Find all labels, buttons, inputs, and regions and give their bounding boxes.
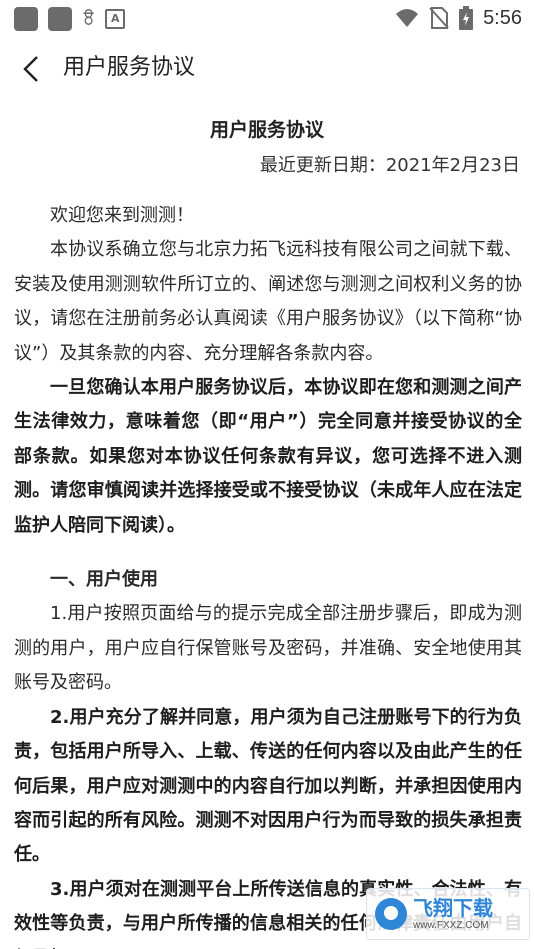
battery-charging-icon (459, 6, 474, 30)
app-bar: 用户服务协议 (0, 38, 534, 100)
wifi-icon (396, 9, 419, 27)
list-item: 1.用户按照页面给与的提示完成全部注册步骤后，即成为测测的用户，用户应自行保管账… (14, 603, 522, 694)
watermark-title: 飞翔下载 (413, 896, 493, 920)
bug-icon: ꗉ (82, 6, 96, 31)
status-bar: ꗉ A 5:56 (0, 0, 534, 38)
paragraph: 欢迎您来到测测！ (50, 205, 194, 226)
agreement-content[interactable]: 用户服务协议 最近更新日期：2021年2月23日 欢迎您来到测测！ 本协议系确立… (0, 100, 534, 949)
app-notification-icon (48, 7, 72, 31)
watermark-url: www.FXXZ.COM (413, 920, 489, 931)
keyboard-a-icon: A (105, 9, 126, 29)
notification-icons: ꗉ A (14, 6, 126, 31)
list-item: 2.用户充分了解并同意，用户须为自己注册账号下的行为负责，包括用户所导入、上载、… (14, 706, 522, 866)
app-notification-icon (14, 7, 38, 31)
document-title: 用户服务协议 (209, 119, 324, 141)
back-button[interactable] (10, 48, 52, 90)
update-date: 最近更新日期：2021年2月23日 (259, 155, 520, 176)
document-body: 欢迎您来到测测！ 本协议系确立您与北京力拓飞远科技有限公司之间就下载、安装及使用… (14, 199, 522, 949)
paragraph: 本协议系确立您与北京力拓飞远科技有限公司之间就下载、安装及使用测测软件所订立的、… (14, 239, 522, 364)
no-sim-icon (429, 7, 449, 29)
system-icons: 5:56 (395, 6, 522, 30)
paragraph-emphasis: 一旦您确认本用户服务协议后，本协议即在您和测测之间产生法律效力，意味着您（即“用… (14, 377, 522, 536)
watermark-logo-icon (375, 898, 407, 930)
chevron-left-icon (23, 56, 38, 82)
page-title: 用户服务协议 (63, 55, 196, 80)
watermark: 飞翔下载 www.FXXZ.COM (366, 888, 530, 940)
clock-time: 5:56 (483, 6, 522, 29)
section-heading: 一、用户使用 (50, 569, 158, 591)
